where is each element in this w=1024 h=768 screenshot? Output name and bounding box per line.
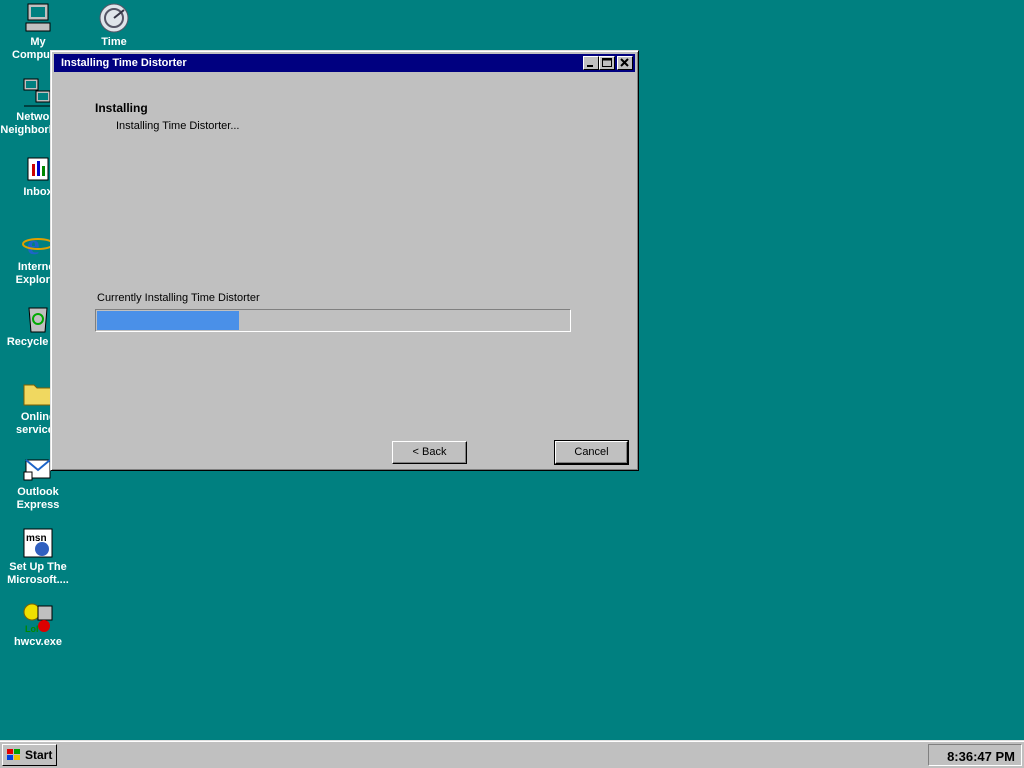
desktop-icon-time[interactable]: Time (76, 2, 152, 49)
section-heading: Installing (95, 101, 148, 115)
close-button[interactable] (617, 56, 633, 70)
desktop-icon-label: Outlook Express (16, 486, 60, 511)
back-button[interactable]: < Back (392, 441, 467, 464)
progress-fill (97, 311, 239, 330)
maximize-icon (602, 58, 612, 67)
hwcv-exe-icon: Lol (22, 602, 54, 634)
svg-text:Lol: Lol (25, 624, 39, 634)
maximize-button[interactable] (599, 56, 615, 70)
windows-logo-icon (7, 749, 20, 760)
clock[interactable]: 8:36:47 PM (947, 749, 1015, 764)
installer-window: Installing Time Distorter Installing Ins… (50, 50, 639, 471)
desktop-icon-label: Time (101, 36, 127, 48)
desktop-icon-msn-setup[interactable]: msn Set Up The Microsoft.... (0, 527, 76, 587)
time-distorter-icon (98, 2, 130, 34)
progress-bar (95, 309, 571, 332)
minimize-button[interactable] (583, 56, 599, 70)
taskbar: Start 8:36:47 PM (0, 740, 1024, 768)
desktop-icon-hwcv[interactable]: Lol hwcv.exe (0, 602, 76, 649)
system-tray: 8:36:47 PM (928, 744, 1022, 766)
start-label: Start (25, 748, 53, 762)
title-bar[interactable]: Installing Time Distorter (54, 54, 635, 72)
minimize-icon (587, 65, 593, 67)
section-subheading: Installing Time Distorter... (116, 120, 240, 132)
desktop-icon-label: hwcv.exe (13, 636, 63, 648)
progress-label: Currently Installing Time Distorter (97, 292, 260, 304)
svg-text:e: e (27, 230, 39, 259)
cancel-button[interactable]: Cancel (554, 440, 629, 465)
msn-setup-icon: msn (22, 527, 54, 559)
close-icon (620, 58, 629, 67)
start-button[interactable]: Start (2, 744, 57, 766)
window-title: Installing Time Distorter (61, 57, 187, 69)
desktop-icon-label: Set Up The Microsoft.... (7, 561, 69, 586)
my-computer-icon (22, 2, 54, 34)
